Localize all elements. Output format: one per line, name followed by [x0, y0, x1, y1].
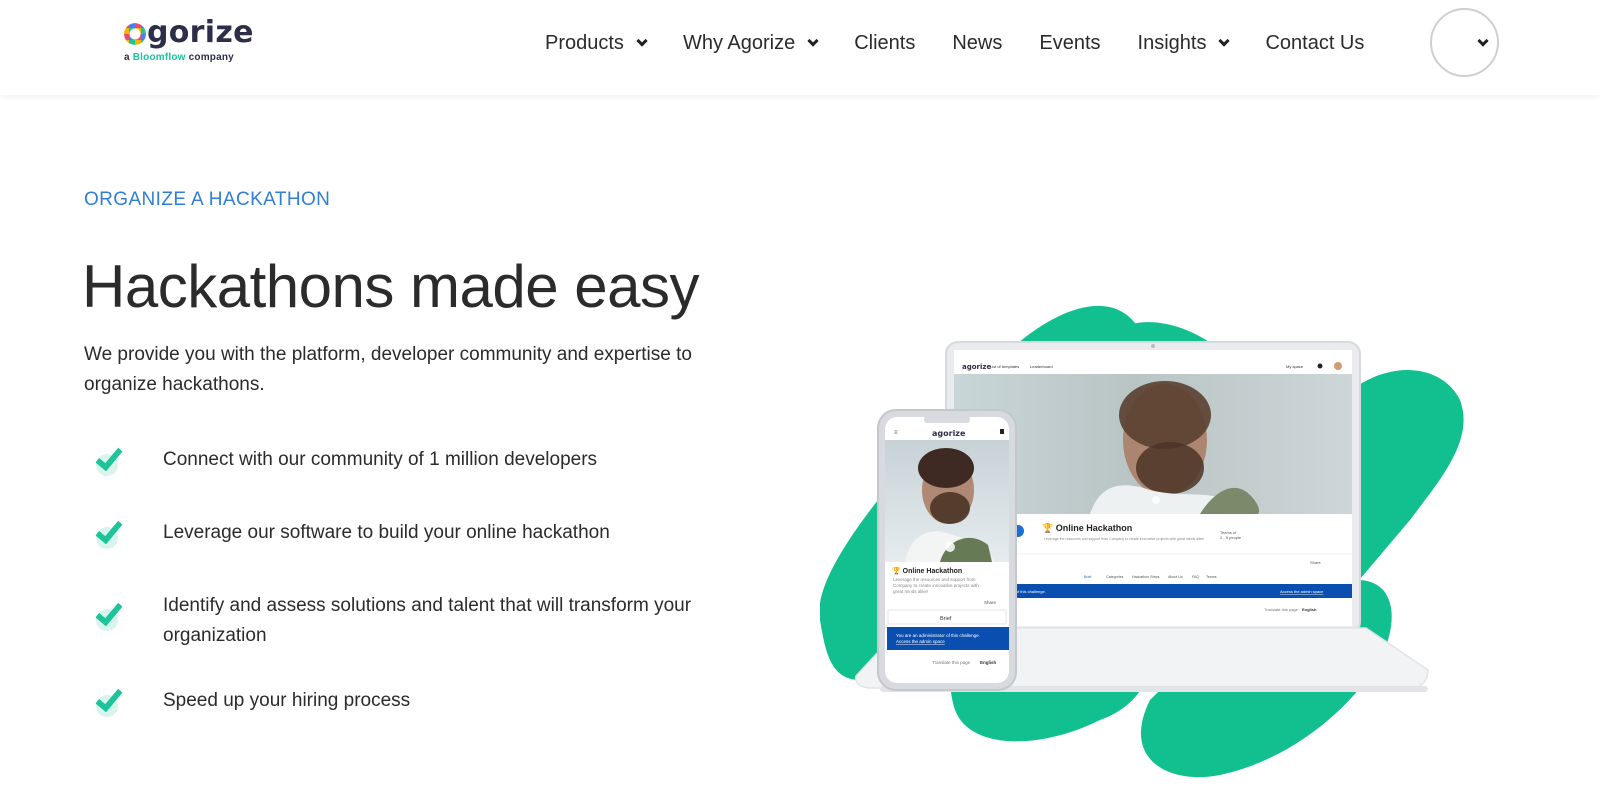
svg-text:Hackathon Steps: Hackathon Steps [1132, 575, 1160, 579]
laptop-lang: English [1302, 607, 1317, 612]
nav-products[interactable]: Products [545, 31, 648, 55]
phone-card-desc: Leverage the resources and support from [893, 577, 976, 582]
chevron-down-icon [1477, 35, 1489, 47]
laptop-translate: Translate this page [1264, 607, 1299, 612]
nav-products-label: Products [545, 31, 624, 54]
check-icon [94, 683, 128, 717]
nav-news-label: News [952, 31, 1003, 54]
site-header: gorize a Bloomflow company Products Why … [0, 0, 1600, 95]
phone-logo: agorize [932, 429, 966, 438]
phone-admin-text: You are an administrator of this challen… [896, 633, 980, 638]
laptop-nav-link: Leaderboard [1030, 364, 1053, 369]
svg-text:Categories: Categories [1106, 575, 1124, 579]
agorize-logo[interactable]: gorize a Bloomflow company [124, 16, 254, 68]
nav-contact-us[interactable]: Contact Us [1265, 32, 1364, 55]
nav-events-label: Events [1039, 31, 1101, 54]
nav-news[interactable]: News [952, 32, 1002, 55]
phone-mockup: ≡ agorize 🏆 Online Hackathon Leverage th… [877, 409, 1017, 691]
laptop-card-title: 🏆 Online Hackathon [1042, 522, 1132, 533]
feature-text: Leverage our software to build your onli… [163, 522, 610, 543]
check-icon [94, 515, 128, 549]
nav-insights[interactable]: Insights [1137, 31, 1231, 55]
phone-translate: Translate this page [932, 660, 971, 665]
nav-insights-label: Insights [1137, 31, 1207, 54]
svg-text:Teams: Teams [1206, 575, 1217, 579]
feature-text: Identify and assess solutions and talent… [163, 595, 692, 646]
laptop-logo: agorize [962, 363, 991, 371]
check-icon [94, 597, 128, 631]
hero-title: Hackathons made easy [82, 253, 700, 320]
main-nav: Products Why Agorize Clients News Events… [545, 30, 1401, 56]
svg-text:great minds alike!: great minds alike! [893, 589, 928, 594]
logo-sub-suffix: company [185, 52, 234, 63]
phone-admin-link: Access the admin space [896, 639, 945, 644]
feature-text: Connect with our community of 1 million … [163, 449, 598, 470]
nav-contact-us-label: Contact Us [1265, 31, 1365, 54]
laptop-share: Share [1310, 560, 1321, 565]
logo-word-rest: gorize [147, 15, 254, 50]
phone-select: Brief [940, 616, 952, 622]
logo-sub-brand: Bloomflow [132, 52, 186, 63]
laptop-admin-link: Access the admin space [1280, 589, 1324, 594]
phone-lang: English [980, 660, 997, 665]
hackathon-platform-illustration: agorize List of templates Leaderboard My… [820, 305, 1464, 778]
chevron-down-icon [636, 34, 648, 47]
chevron-down-icon [807, 34, 819, 47]
svg-text:About Us: About Us [1168, 575, 1183, 579]
hero-description: We provide you with the platform, develo… [84, 344, 692, 395]
language-selector-button[interactable] [1430, 8, 1499, 77]
laptop-card-desc: Leverage the resources and support from … [1044, 537, 1204, 541]
nav-why-agorize-label: Why Agorize [682, 31, 796, 54]
laptop-team-size: 2 - 5 people [1220, 535, 1242, 540]
logo-subtitle: a Bloomflow company [124, 52, 254, 63]
laptop-nav-link: List of templates [990, 364, 1019, 369]
logo-ring-icon [124, 23, 146, 45]
nav-why-agorize[interactable]: Why Agorize [682, 31, 819, 55]
nav-clients-label: Clients [854, 31, 916, 54]
hero-eyebrow: ORGANIZE A HACKATHON [84, 189, 331, 210]
check-icon [94, 442, 128, 476]
logo-sub-prefix: a [124, 52, 133, 63]
svg-text:≡: ≡ [894, 430, 898, 436]
laptop-nav-right: My space [1286, 364, 1304, 369]
nav-events[interactable]: Events [1039, 32, 1100, 55]
chevron-down-icon [1218, 34, 1231, 47]
phone-card-title: 🏆 Online Hackathon [892, 566, 962, 575]
feature-text: Speed up your hiring process [163, 690, 411, 711]
logo-wordmark: gorize [124, 16, 254, 50]
svg-text:Company to create innovative p: Company to create innovative projects wi… [893, 583, 979, 588]
nav-clients[interactable]: Clients [854, 32, 915, 55]
svg-text:Brief: Brief [1084, 575, 1091, 579]
svg-text:FAQ: FAQ [1192, 575, 1199, 579]
phone-share: Share [984, 600, 997, 605]
